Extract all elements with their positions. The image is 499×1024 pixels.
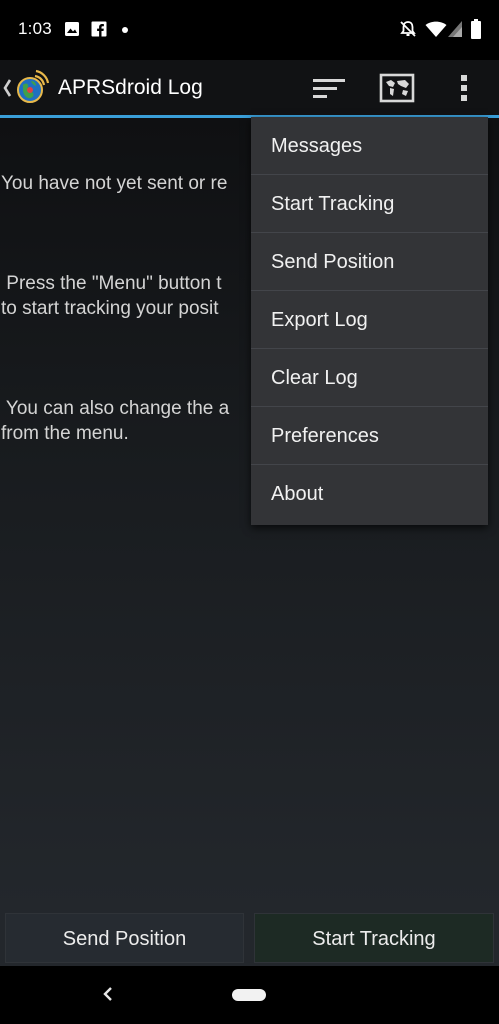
- menu-item-clear-log[interactable]: Clear Log: [251, 349, 488, 407]
- sort-icon[interactable]: [311, 72, 347, 104]
- facebook-icon: [91, 21, 107, 37]
- app-logo-icon[interactable]: [2, 68, 50, 108]
- action-bar: APRSdroid Log: [0, 60, 499, 118]
- menu-item-messages[interactable]: Messages: [251, 117, 488, 175]
- more-vert-icon[interactable]: [447, 72, 481, 104]
- status-time: 1:03: [18, 19, 52, 38]
- back-icon: [3, 79, 12, 97]
- menu-item-preferences[interactable]: Preferences: [251, 407, 488, 465]
- bottom-button-bar: Send Position Start Tracking: [0, 910, 499, 966]
- menu-item-export-log[interactable]: Export Log: [251, 291, 488, 349]
- menu-item-send-position[interactable]: Send Position: [251, 233, 488, 291]
- overflow-menu: Messages Start Tracking Send Position Ex…: [251, 117, 488, 525]
- home-pill-icon[interactable]: [232, 989, 266, 1001]
- nav-bar: [0, 966, 499, 1024]
- status-bar: 1:03: [0, 0, 499, 60]
- dot-icon: [122, 27, 128, 33]
- signal-icon: [448, 21, 462, 37]
- app-title: APRSdroid Log: [58, 76, 203, 99]
- send-position-button[interactable]: Send Position: [5, 913, 244, 963]
- menu-item-start-tracking[interactable]: Start Tracking: [251, 175, 488, 233]
- map-icon[interactable]: [379, 72, 415, 104]
- image-icon: [65, 22, 79, 36]
- battery-icon: [471, 19, 481, 39]
- dnd-off-icon: [400, 21, 416, 37]
- wifi-icon: [425, 21, 447, 37]
- start-tracking-button[interactable]: Start Tracking: [254, 913, 494, 963]
- nav-back-icon[interactable]: [98, 982, 118, 1006]
- menu-item-about[interactable]: About: [251, 465, 488, 525]
